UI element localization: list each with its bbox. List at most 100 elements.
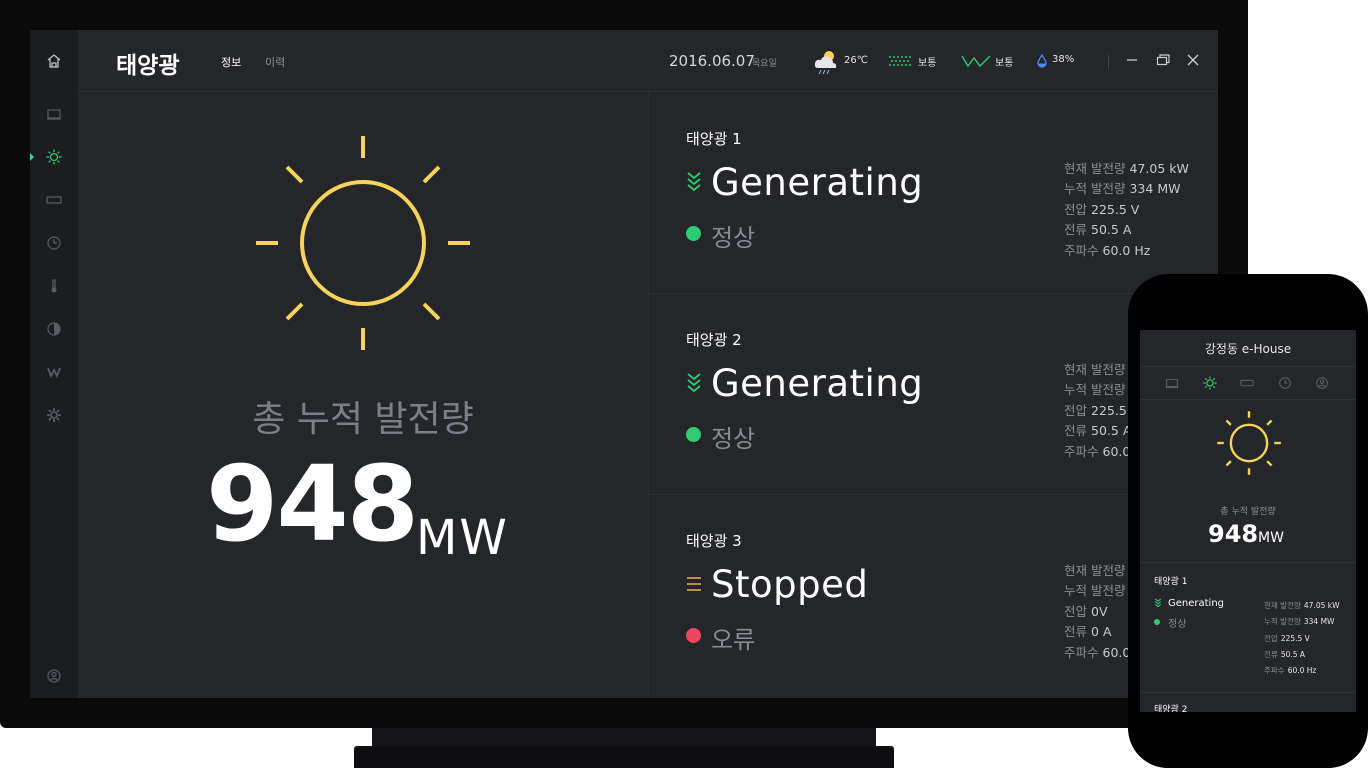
cloud-sun-icon (814, 51, 837, 75)
stat-value: 60.0 (1102, 443, 1131, 459)
humidity-value: 38% (1052, 54, 1075, 65)
generating-chevrons-icon (1154, 598, 1162, 608)
dust-icon (889, 56, 911, 66)
humidity-widget: 38% (1036, 54, 1096, 70)
unit-name: 태양광 3 (686, 532, 742, 550)
stat-label: 전압 (1064, 201, 1088, 217)
stat-value: 60.0 Hz (1102, 242, 1151, 258)
stat-label: 현재 발전량 (1064, 161, 1126, 176)
phone-frame: 강정동 e-House 총 누적 발전량 948 MW 태양광 1 Genera… (1128, 274, 1368, 768)
monitor-icon[interactable] (44, 104, 64, 124)
stat-value: 50.5 A (1091, 222, 1132, 238)
air-status: 보통 (995, 58, 1014, 69)
stat-label: 누적 발전량 (1064, 382, 1126, 398)
stat-value: 334 MW (1129, 181, 1181, 197)
mobile-title: 강정동 e-House (1204, 342, 1292, 356)
current-date: 2016.06.07 (669, 52, 755, 70)
unit-health: 정상 (711, 425, 756, 453)
stat-value: 0V (1091, 603, 1108, 619)
unit-name: 태양광 2 (686, 331, 742, 349)
w-icon[interactable] (44, 362, 64, 382)
total-generation-label: 총 누적 발전량 (252, 399, 474, 440)
stat-label: 전압 (1264, 633, 1278, 643)
air-widget: 보통 (961, 54, 1021, 70)
desktop-screen: 태양광 정보 이력 2016.06.07 목요일 26℃ 보통 보통 38% 총… (30, 30, 1218, 698)
stat-value: 225.5 V (1280, 633, 1310, 643)
stat-value: 47.05 kW (1129, 161, 1189, 176)
stat-label: 주파수 (1064, 242, 1099, 258)
user-icon[interactable] (1314, 375, 1330, 391)
unit-state: Generating (711, 362, 924, 405)
water-drop-icon (1037, 54, 1047, 68)
unit-name: 태양광 1 (686, 130, 742, 148)
stat-label: 현재 발전량 (1064, 563, 1126, 578)
stat-value: 47.05 kW (1303, 601, 1340, 610)
thermometer-icon[interactable] (44, 276, 64, 296)
unit-state: Stopped (711, 563, 869, 606)
monitor-stand-neck (372, 728, 876, 748)
user-icon[interactable] (44, 666, 64, 686)
stat-value: 50.5 A (1091, 423, 1132, 439)
active-indicator (30, 153, 34, 161)
mobile-total-label: 총 누적 발전량 (1220, 507, 1276, 517)
stat-value: 60.0 Hz (1287, 666, 1317, 676)
unit-health: 정상 (711, 224, 756, 252)
status-dot (686, 628, 701, 643)
stat-label: 누적 발전량 (1064, 181, 1126, 197)
mobile-nav (1140, 366, 1356, 400)
monitor-stand-base (354, 746, 894, 768)
tab-info[interactable]: 정보 (221, 54, 241, 70)
monitor-icon[interactable] (1164, 375, 1180, 391)
unit-stats: 현재 발전량0 누적 발전량3 전압0V 전류0 A 주파수60.0 (1064, 561, 1137, 663)
solar-icon[interactable] (44, 147, 64, 167)
generating-chevrons-icon (687, 373, 701, 393)
mobile-unit-name[interactable]: 태양광 1 (1154, 574, 1187, 587)
generating-chevrons-icon (687, 172, 701, 192)
stat-label: 전류 (1264, 649, 1278, 659)
stat-label: 주파수 (1264, 666, 1285, 676)
stopped-lines-icon (687, 577, 701, 591)
clock-icon[interactable] (1277, 375, 1293, 391)
sun-icon (256, 136, 470, 350)
sun-icon (1217, 411, 1281, 475)
battery-icon[interactable] (1239, 375, 1255, 391)
stat-label: 현재 발전량 (1064, 362, 1126, 377)
home-icon[interactable] (44, 51, 64, 71)
tab-history[interactable]: 이력 (265, 54, 285, 70)
header-divider (1108, 55, 1109, 69)
battery-icon[interactable] (44, 190, 64, 210)
stat-value: 60.0 (1102, 644, 1131, 660)
pie-icon[interactable] (44, 319, 64, 339)
sidebar (30, 30, 78, 698)
stat-label: 전류 (1064, 624, 1088, 640)
restore-icon[interactable] (1155, 52, 1171, 68)
gear-icon[interactable] (44, 405, 64, 425)
minimize-icon[interactable] (1124, 52, 1140, 68)
status-dot (686, 427, 701, 442)
mobile-unit-name[interactable]: 태양광 2 (1154, 702, 1187, 712)
top-bar: 태양광 정보 이력 2016.06.07 목요일 26℃ 보통 보통 38% (78, 30, 1218, 92)
stat-label: 현재 발전량 (1264, 601, 1301, 610)
status-dot (1154, 619, 1160, 625)
stat-label: 전류 (1064, 423, 1088, 439)
unit-stats: 현재 발전량 47.05 kW 누적 발전량 334 MW 전압 225.5 V 전류… (1064, 159, 1189, 261)
dust-widget: 보통 (888, 54, 948, 70)
stat-value: 50.5 A (1280, 649, 1306, 659)
close-icon[interactable] (1185, 52, 1201, 68)
mobile-divider (1140, 692, 1356, 693)
stat-label: 전압 (1064, 603, 1088, 619)
clock-icon[interactable] (44, 233, 64, 253)
summary-panel: 총 누적 발전량 948 MW (78, 92, 648, 698)
mobile-screen: 강정동 e-House 총 누적 발전량 948 MW 태양광 1 Genera… (1140, 330, 1356, 712)
mobile-total-value: 948 (1208, 520, 1259, 548)
mobile-unit-health: 정상 (1168, 619, 1187, 630)
solar-icon[interactable] (1202, 375, 1218, 391)
dust-status: 보통 (918, 58, 937, 69)
air-quality-icon (961, 55, 991, 68)
unit-health: 오류 (711, 626, 756, 654)
status-dot (686, 226, 701, 241)
temperature-value: 26℃ (844, 55, 868, 66)
solar-unit-card[interactable]: 태양광 1 Generating 정상 현재 발전량 47.05 kW 누적 발전… (649, 93, 1218, 294)
mobile-unit-stats: 현재 발전량 47.05 kW 누적 발전량 334 MW 전압 225.5 V 전류… (1264, 598, 1340, 679)
day-of-week: 목요일 (752, 59, 777, 69)
